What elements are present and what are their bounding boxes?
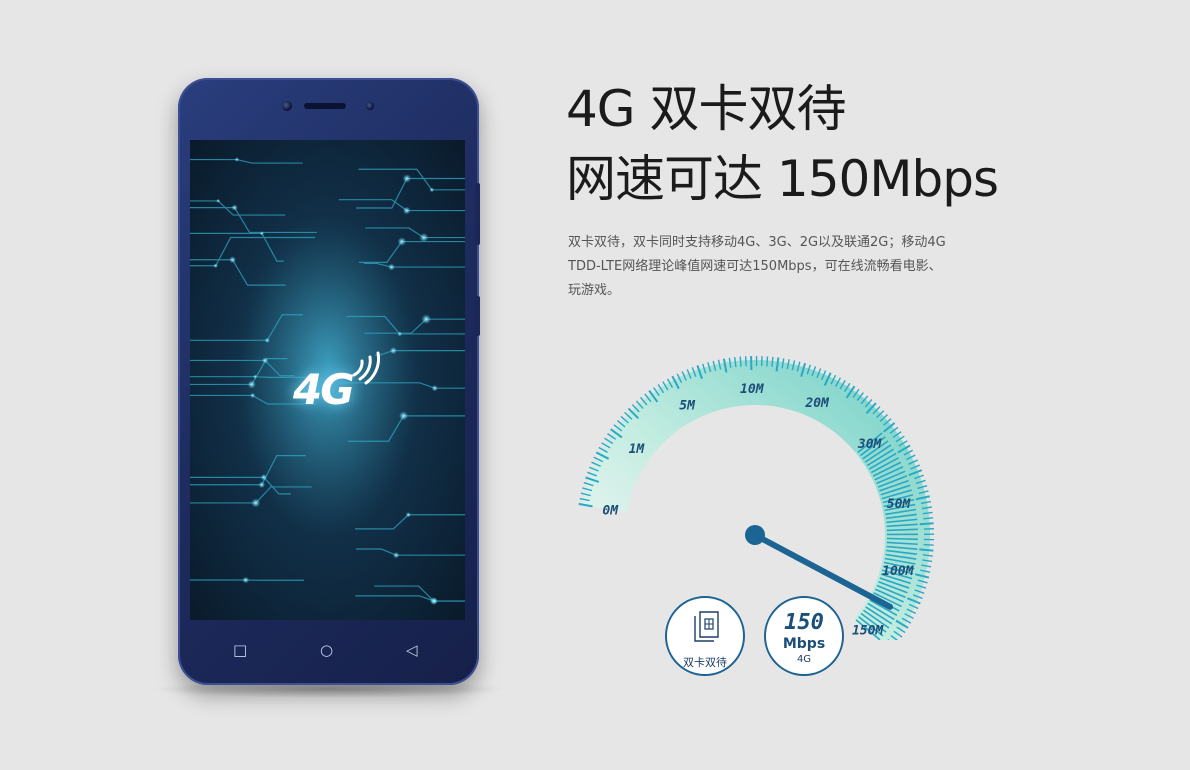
description-line-2: TDD-LTE网络理论峰值网速可达150Mbps，可在线流畅看电影、 (568, 259, 942, 274)
phone-power-button (475, 296, 480, 336)
gauge-label-30m: 30M (857, 437, 883, 452)
gauge-label-0m: 0M (602, 503, 619, 518)
phone-volume-button (475, 183, 480, 245)
description-line-3: 玩游戏。 (568, 283, 621, 298)
square-icon[interactable]: □ (233, 630, 247, 670)
gauge-tick (766, 356, 769, 367)
gauge-tick (744, 356, 747, 367)
gauge-tick (919, 522, 934, 526)
phone-earpiece (304, 103, 346, 109)
screen-4g-logo: 4G (293, 365, 355, 414)
proximity-sensor-icon (366, 102, 374, 110)
gauge-label-10m: 10M (740, 382, 765, 397)
gauge-tick (923, 517, 934, 520)
gauge-label-1m: 1M (629, 442, 646, 457)
front-camera-icon (282, 101, 292, 111)
gauge-label-100m: 100M (882, 564, 914, 579)
headline-line-2: 网速可达 150Mbps (566, 150, 999, 208)
back-triangle-icon[interactable]: ◁ (406, 630, 418, 670)
phone-screen: 4G (190, 140, 465, 620)
headline-line-1: 4G 双卡双待 (566, 80, 846, 138)
gauge-hub (745, 525, 765, 545)
dual-sim-label: 双卡双待 (683, 656, 727, 669)
description-line-1: 双卡双待，双卡同时支持移动4G、3G、2G以及联通2G；移动4G (568, 235, 946, 250)
sim-card-icon (694, 611, 719, 642)
gauge-tick (923, 543, 934, 546)
speed-badge: 150 Mbps 4G (764, 596, 844, 676)
speed-value: 150 (784, 610, 824, 635)
speed-gauge: 0M 1M 5M 10M 20M 30M 50M 100M 150M (578, 356, 935, 640)
speed-unit: Mbps (782, 636, 826, 652)
phone-device: 4G □ ○ ◁ (178, 78, 480, 685)
signal-waves-icon (352, 351, 380, 385)
gauge-tick (919, 548, 934, 552)
dual-sim-badge: 双卡双待 (665, 596, 745, 676)
gauge-label-150m: 150M (852, 623, 884, 638)
phone-nav-bar: □ ○ ◁ (178, 630, 479, 670)
circle-icon[interactable]: ○ (320, 630, 333, 670)
gauge-tick (739, 356, 742, 367)
gauge-needle (752, 532, 894, 610)
gauge-high-speed-tick (886, 537, 918, 541)
gauge-label-20m: 20M (804, 396, 830, 411)
gauge-label-5m: 5M (679, 399, 696, 414)
gauge-label-50m: 50M (887, 497, 912, 512)
speed-network: 4G (796, 654, 812, 665)
gauge-tick (771, 356, 774, 367)
feature-description: 双卡双待，双卡同时支持移动4G、3G、2G以及联通2G；移动4G TDD-LTE… (568, 231, 1038, 303)
gauge-high-speed-tick (886, 528, 918, 532)
